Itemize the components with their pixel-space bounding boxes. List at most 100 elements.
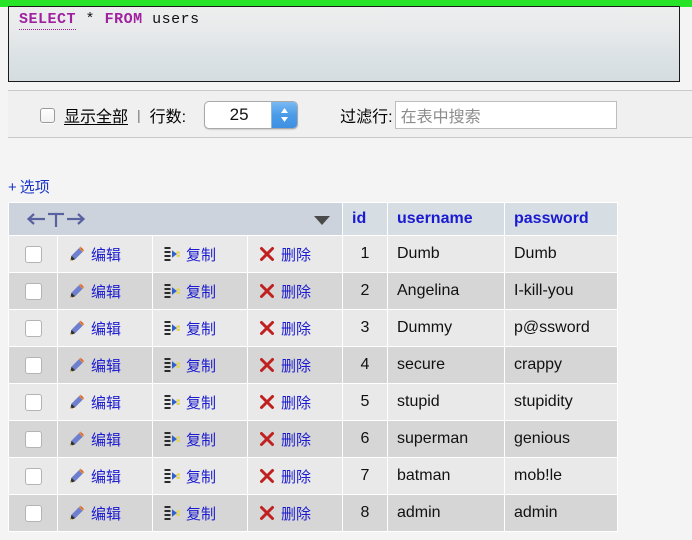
pencil-icon [68, 245, 86, 263]
row-copy-button[interactable]: 复制 [153, 273, 247, 309]
row-edit-button[interactable]: 编辑 [58, 384, 152, 420]
column-header-password[interactable]: password [505, 203, 617, 235]
row-select-cell[interactable] [9, 421, 57, 457]
table-row[interactable]: 编辑 复制 删除 6 superman genious [9, 421, 617, 457]
row-delete-button[interactable]: 删除 [248, 421, 342, 457]
row-select-cell[interactable] [9, 347, 57, 383]
row-select-cell[interactable] [9, 310, 57, 346]
cell-password[interactable]: mob!le [505, 458, 617, 494]
row-edit-button[interactable]: 编辑 [58, 458, 152, 494]
row-checkbox[interactable] [24, 282, 42, 300]
cell-username[interactable]: superman [388, 421, 504, 457]
row-edit-button[interactable]: 编辑 [58, 236, 152, 272]
row-select-cell[interactable] [9, 273, 57, 309]
row-delete-button[interactable]: 删除 [248, 236, 342, 272]
row-select-cell[interactable] [9, 495, 57, 531]
rows-count-select[interactable]: 25 [204, 101, 299, 129]
cell-password[interactable]: crappy [505, 347, 617, 383]
table-row[interactable]: 编辑 复制 删除 3 Dummy p@ssword [9, 310, 617, 346]
cell-password[interactable]: I-kill-you [505, 273, 617, 309]
row-checkbox[interactable] [24, 430, 42, 448]
row-delete-label: 删除 [281, 357, 312, 375]
column-header-id[interactable]: id [343, 203, 387, 235]
cell-id[interactable]: 4 [343, 347, 387, 383]
row-copy-button[interactable]: 复制 [153, 458, 247, 494]
row-delete-button[interactable]: 删除 [248, 495, 342, 531]
column-header-username[interactable]: username [388, 203, 504, 235]
row-delete-button[interactable]: 删除 [248, 458, 342, 494]
delete-x-icon [258, 245, 276, 263]
row-copy-button[interactable]: 复制 [153, 421, 247, 457]
row-edit-button[interactable]: 编辑 [58, 421, 152, 457]
row-checkbox[interactable] [24, 504, 42, 522]
row-copy-button[interactable]: 复制 [153, 236, 247, 272]
copy-icon [163, 504, 181, 522]
cell-id[interactable]: 5 [343, 384, 387, 420]
cell-id[interactable]: 1 [343, 236, 387, 272]
rows-count-label: 行数: [149, 109, 187, 126]
row-copy-button[interactable]: 复制 [153, 347, 247, 383]
cell-password[interactable]: admin [505, 495, 617, 531]
cell-username[interactable]: Angelina [388, 273, 504, 309]
cell-id[interactable]: 6 [343, 421, 387, 457]
row-checkbox[interactable] [24, 467, 42, 485]
cell-username[interactable]: stupid [388, 384, 504, 420]
table-row[interactable]: 编辑 复制 删除 1 Dumb Dumb [9, 236, 617, 272]
row-edit-button[interactable]: 编辑 [58, 347, 152, 383]
show-all-label[interactable]: 显示全部 [64, 103, 128, 127]
row-delete-button[interactable]: 删除 [248, 347, 342, 383]
delete-x-icon [258, 467, 276, 485]
row-delete-button[interactable]: 删除 [248, 384, 342, 420]
table-row[interactable]: 编辑 复制 删除 5 stupid stupidity [9, 384, 617, 420]
row-edit-button[interactable]: 编辑 [58, 273, 152, 309]
table-row[interactable]: 编辑 复制 删除 2 Angelina I-kill-you [9, 273, 617, 309]
filter-rows-placeholder: 在表中搜索 [400, 109, 481, 126]
cell-password[interactable]: p@ssword [505, 310, 617, 346]
row-copy-button[interactable]: 复制 [153, 495, 247, 531]
sql-keyword-select: SELECT [19, 11, 77, 30]
row-edit-button[interactable]: 编辑 [58, 495, 152, 531]
row-delete-label: 删除 [281, 394, 312, 412]
row-edit-button[interactable]: 编辑 [58, 310, 152, 346]
row-copy-label: 复制 [186, 468, 217, 486]
copy-icon [163, 319, 181, 337]
row-delete-button[interactable]: 删除 [248, 273, 342, 309]
cell-password[interactable]: Dumb [505, 236, 617, 272]
pencil-icon [68, 393, 86, 411]
row-select-cell[interactable] [9, 458, 57, 494]
row-delete-button[interactable]: 删除 [248, 310, 342, 346]
show-all-checkbox[interactable] [40, 107, 55, 123]
filter-rows-input[interactable]: 在表中搜索 [394, 101, 617, 129]
table-header-dropdown-icon[interactable] [313, 214, 331, 229]
stepper-updown-icon[interactable] [271, 102, 298, 128]
cell-password[interactable]: stupidity [505, 384, 617, 420]
row-delete-label: 删除 [281, 468, 312, 486]
table-header-tools [9, 203, 342, 235]
cell-id[interactable]: 7 [343, 458, 387, 494]
cell-password[interactable]: genious [505, 421, 617, 457]
options-toggle-link[interactable]: + 选项 [8, 176, 50, 197]
cell-id[interactable]: 2 [343, 273, 387, 309]
row-select-cell[interactable] [9, 384, 57, 420]
cell-username[interactable]: batman [388, 458, 504, 494]
sql-query-box[interactable]: SELECT * FROM users [8, 6, 680, 82]
table-row[interactable]: 编辑 复制 删除 7 batman mob!le [9, 458, 617, 494]
row-select-cell[interactable] [9, 236, 57, 272]
row-copy-button[interactable]: 复制 [153, 384, 247, 420]
row-edit-label: 编辑 [91, 283, 122, 301]
cell-username[interactable]: Dummy [388, 310, 504, 346]
row-checkbox[interactable] [24, 393, 42, 411]
row-checkbox[interactable] [24, 356, 42, 374]
cell-id[interactable]: 3 [343, 310, 387, 346]
cell-username[interactable]: Dumb [388, 236, 504, 272]
cell-id[interactable]: 8 [343, 495, 387, 531]
row-checkbox[interactable] [24, 319, 42, 337]
table-row[interactable]: 编辑 复制 删除 8 admin admin [9, 495, 617, 531]
sql-query-text: SELECT * FROM users [19, 11, 200, 30]
table-nav-arrows-icon[interactable] [23, 208, 89, 230]
row-checkbox[interactable] [24, 245, 42, 263]
cell-username[interactable]: admin [388, 495, 504, 531]
cell-username[interactable]: secure [388, 347, 504, 383]
table-row[interactable]: 编辑 复制 删除 4 secure crappy [9, 347, 617, 383]
row-copy-button[interactable]: 复制 [153, 310, 247, 346]
